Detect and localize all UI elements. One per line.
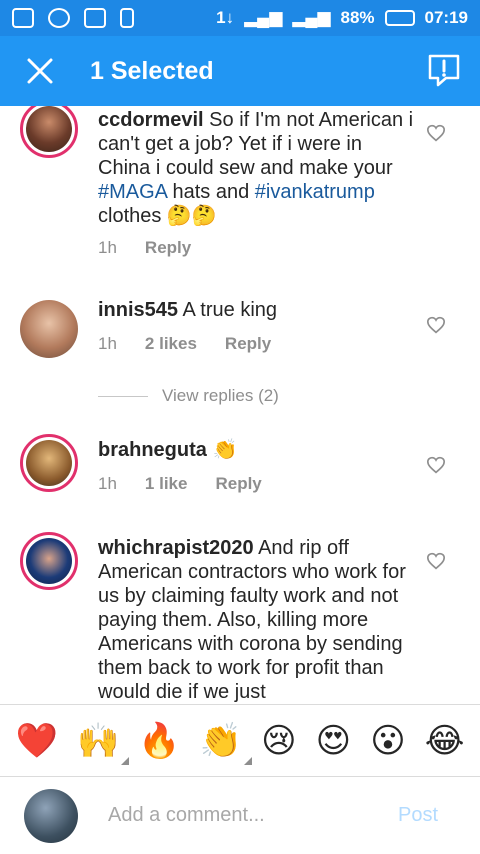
status-bar: 1↓ ▂▄▆ ▂▄▆ 88% 07:19: [0, 0, 480, 36]
battery-percent: 88%: [340, 8, 375, 27]
reaction-heart-eyes[interactable]: 😍: [316, 721, 351, 761]
reaction-raised-hands[interactable]: 🙌: [77, 721, 130, 765]
comment-username[interactable]: whichrapist2020: [98, 537, 254, 559]
data-indicator: 1↓: [216, 8, 235, 27]
battery-icon: [384, 10, 415, 26]
comment-text: 👏: [212, 439, 238, 461]
hashtag-link[interactable]: #MAGA: [98, 181, 167, 203]
avatar[interactable]: [20, 106, 78, 158]
aperture-icon: [48, 8, 70, 28]
comment-username[interactable]: innis545: [98, 299, 178, 321]
likes-count[interactable]: 2 likes: [145, 334, 197, 354]
heart-icon[interactable]: [426, 316, 446, 334]
comment-text: hats and: [166, 181, 255, 203]
reaction-crying[interactable]: 😢: [261, 721, 296, 761]
comment-time: 1h: [98, 238, 117, 257]
app-bar: 1 Selected: [0, 36, 480, 106]
shield-icon: [12, 8, 34, 28]
comment-input[interactable]: [108, 804, 378, 827]
close-button[interactable]: [0, 36, 80, 106]
heart-icon[interactable]: [426, 552, 446, 570]
heart-icon[interactable]: [426, 124, 446, 142]
hashtag-link[interactable]: #ivankatrump: [255, 181, 375, 203]
avatar[interactable]: [20, 434, 78, 492]
comment-username[interactable]: ccdormevil: [98, 109, 204, 131]
reply-button[interactable]: Reply: [215, 474, 261, 494]
comment-text: And rip off American contractors who wor…: [98, 537, 406, 703]
clock: 07:19: [424, 8, 468, 27]
view-replies-button[interactable]: View replies (2): [98, 386, 279, 406]
heart-icon[interactable]: [426, 456, 446, 474]
reply-button[interactable]: Reply: [145, 238, 191, 258]
comment-list[interactable]: ccdormevil So if I'm not American i can'…: [0, 106, 480, 704]
close-icon: [27, 58, 53, 84]
comment-text: A true king: [182, 299, 278, 321]
reaction-clap[interactable]: 👏: [200, 721, 253, 765]
comment-time: 1h: [98, 334, 117, 353]
reaction-fire[interactable]: 🔥: [138, 721, 180, 761]
activity-icon: [84, 8, 106, 28]
signal-icon-2: ▂▄▆: [292, 8, 331, 27]
view-replies-label: View replies (2): [162, 386, 279, 405]
comment-text: clothes 🤔🤔: [98, 205, 217, 227]
reaction-heart[interactable]: ❤️: [16, 721, 58, 761]
post-button[interactable]: Post: [398, 804, 438, 827]
selection-title: 1 Selected: [90, 56, 214, 85]
reply-button[interactable]: Reply: [225, 334, 271, 354]
comment-composer: Post: [0, 776, 480, 854]
phone-icon: [120, 8, 134, 28]
reaction-wow[interactable]: 😮: [370, 721, 405, 761]
avatar[interactable]: [20, 532, 78, 590]
report-button[interactable]: [426, 52, 462, 88]
reaction-laugh[interactable]: 😂: [425, 721, 465, 761]
avatar[interactable]: [20, 300, 78, 358]
report-icon: [428, 54, 460, 87]
quick-reactions-bar: ❤️ 🙌 🔥 👏 😢 😍 😮 😂: [0, 704, 480, 776]
likes-count[interactable]: 1 like: [145, 474, 188, 494]
user-avatar: [24, 788, 78, 843]
comment-username[interactable]: brahneguta: [98, 439, 207, 461]
signal-icon: ▂▄▆: [244, 8, 283, 27]
comment-time: 1h: [98, 474, 117, 493]
